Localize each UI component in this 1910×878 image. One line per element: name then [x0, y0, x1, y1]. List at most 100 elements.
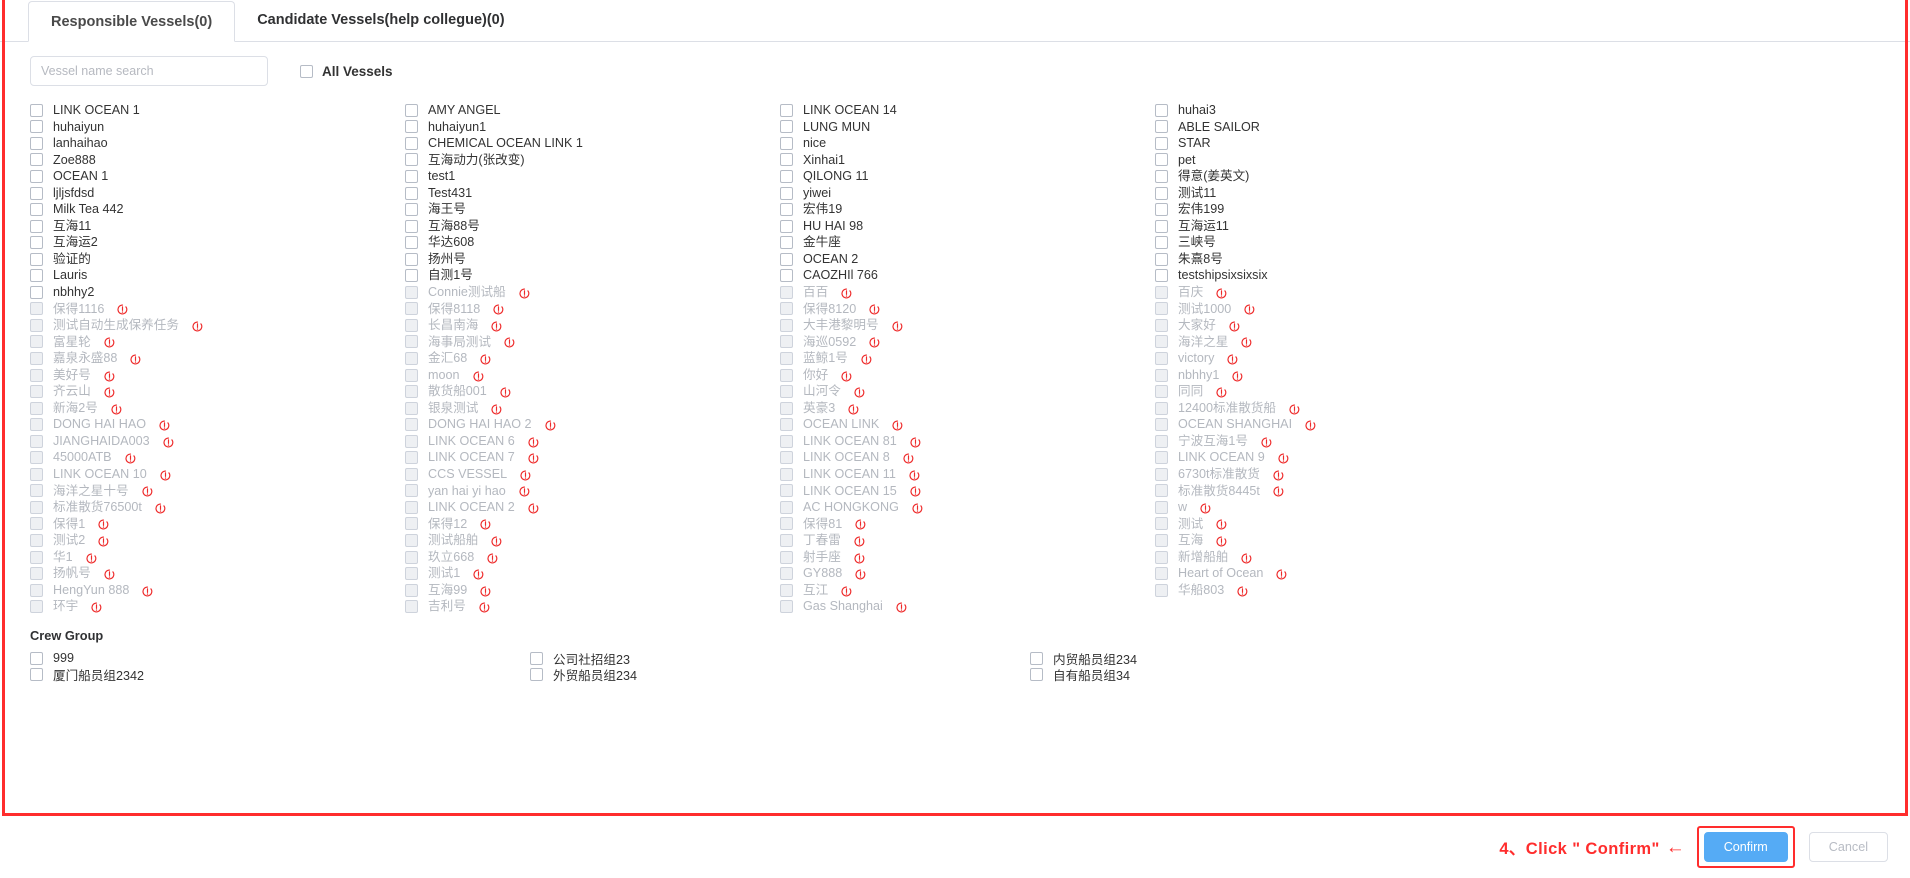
- vessel-checkbox[interactable]: [1155, 269, 1168, 283]
- vessel-checkbox-row[interactable]: 宏伟19: [780, 201, 1155, 218]
- vessel-checkbox[interactable]: [1155, 103, 1168, 117]
- vessel-checkbox-row[interactable]: AMY ANGEL: [405, 102, 780, 119]
- vessel-checkbox[interactable]: [30, 186, 43, 200]
- vessel-checkbox[interactable]: [405, 203, 418, 217]
- crew-group-checkbox[interactable]: [1030, 651, 1043, 665]
- vessel-checkbox[interactable]: [30, 103, 43, 117]
- vessel-checkbox[interactable]: [30, 219, 43, 233]
- vessel-checkbox[interactable]: [780, 103, 793, 117]
- vessel-checkbox-row[interactable]: QILONG 11: [780, 168, 1155, 185]
- vessel-checkbox[interactable]: [1155, 203, 1168, 217]
- confirm-button[interactable]: Confirm: [1703, 832, 1788, 862]
- crew-group-checkbox-row[interactable]: 厦门船员组2342: [30, 667, 530, 683]
- vessel-checkbox[interactable]: [1155, 153, 1168, 167]
- vessel-checkbox[interactable]: [30, 203, 43, 217]
- cancel-button[interactable]: Cancel: [1808, 832, 1888, 862]
- vessel-checkbox-row[interactable]: OCEAN 2: [780, 251, 1155, 268]
- vessel-checkbox[interactable]: [30, 269, 43, 283]
- vessel-checkbox-row[interactable]: 互海11: [30, 218, 405, 235]
- crew-group-checkbox-row[interactable]: 内贸船员组234: [1030, 650, 1530, 667]
- vessel-checkbox-row[interactable]: huhai3: [1155, 102, 1530, 119]
- all-vessels-checkbox-row[interactable]: All Vessels: [300, 64, 393, 79]
- vessel-checkbox-row[interactable]: STAR: [1155, 135, 1530, 152]
- vessel-checkbox-row[interactable]: Milk Tea 442: [30, 201, 405, 218]
- vessel-checkbox[interactable]: [405, 136, 418, 150]
- all-vessels-checkbox[interactable]: [300, 64, 313, 78]
- vessel-checkbox-row[interactable]: testshipsixsixsix: [1155, 267, 1530, 284]
- crew-group-checkbox[interactable]: [1030, 668, 1043, 682]
- vessel-checkbox[interactable]: [780, 203, 793, 217]
- vessel-checkbox-row[interactable]: ABLE SAILOR: [1155, 119, 1530, 136]
- vessel-checkbox-row[interactable]: 验证的: [30, 251, 405, 268]
- vessel-checkbox[interactable]: [1155, 169, 1168, 183]
- vessel-checkbox-row[interactable]: huhaiyun1: [405, 119, 780, 136]
- vessel-checkbox-row[interactable]: LUNG MUN: [780, 119, 1155, 136]
- vessel-checkbox-row[interactable]: HU HAI 98: [780, 218, 1155, 235]
- vessel-checkbox[interactable]: [30, 236, 43, 250]
- vessel-checkbox[interactable]: [30, 136, 43, 150]
- vessel-checkbox-row[interactable]: 三峡号: [1155, 234, 1530, 251]
- vessel-checkbox[interactable]: [780, 169, 793, 183]
- vessel-checkbox[interactable]: [780, 252, 793, 266]
- vessel-checkbox[interactable]: [30, 120, 43, 134]
- vessel-checkbox[interactable]: [30, 153, 43, 167]
- crew-group-checkbox[interactable]: [530, 668, 543, 682]
- vessel-checkbox[interactable]: [780, 186, 793, 200]
- vessel-checkbox[interactable]: [780, 136, 793, 150]
- vessel-checkbox[interactable]: [1155, 186, 1168, 200]
- vessel-checkbox-row[interactable]: Zoe888: [30, 152, 405, 169]
- crew-group-checkbox-row[interactable]: 999: [30, 650, 530, 667]
- vessel-checkbox[interactable]: [780, 120, 793, 134]
- vessel-checkbox-row[interactable]: CAOZHIl 766: [780, 267, 1155, 284]
- vessel-checkbox-row[interactable]: 互海运11: [1155, 218, 1530, 235]
- vessel-checkbox-row[interactable]: test1: [405, 168, 780, 185]
- crew-group-checkbox[interactable]: [30, 651, 43, 665]
- vessel-checkbox-row[interactable]: 宏伟199: [1155, 201, 1530, 218]
- crew-group-checkbox-row[interactable]: 公司社招组23: [530, 650, 1030, 667]
- vessel-checkbox[interactable]: [405, 169, 418, 183]
- crew-group-checkbox[interactable]: [530, 651, 543, 665]
- vessel-checkbox-row[interactable]: Lauris: [30, 267, 405, 284]
- vessel-checkbox[interactable]: [780, 269, 793, 283]
- vessel-checkbox[interactable]: [405, 219, 418, 233]
- vessel-checkbox[interactable]: [30, 169, 43, 183]
- vessel-checkbox[interactable]: [1155, 219, 1168, 233]
- vessel-checkbox-row[interactable]: 得意(姜英文): [1155, 168, 1530, 185]
- vessel-checkbox-row[interactable]: 海王号: [405, 201, 780, 218]
- vessel-checkbox-row[interactable]: 华达608: [405, 234, 780, 251]
- vessel-checkbox-row[interactable]: 扬州号: [405, 251, 780, 268]
- crew-group-checkbox-row[interactable]: 外贸船员组234: [530, 667, 1030, 683]
- vessel-checkbox[interactable]: [780, 219, 793, 233]
- vessel-checkbox-row[interactable]: nice: [780, 135, 1155, 152]
- tab-responsible-vessels[interactable]: Responsible Vessels(0): [28, 1, 236, 42]
- vessel-checkbox-row[interactable]: LINK OCEAN 14: [780, 102, 1155, 119]
- vessel-checkbox-row[interactable]: 朱熹8号: [1155, 251, 1530, 268]
- vessel-checkbox-row[interactable]: 测试11: [1155, 185, 1530, 202]
- vessel-checkbox-row[interactable]: pet: [1155, 152, 1530, 169]
- vessel-checkbox-row[interactable]: 金牛座: [780, 234, 1155, 251]
- vessel-name-search-input[interactable]: [30, 56, 268, 86]
- vessel-checkbox[interactable]: [780, 236, 793, 250]
- vessel-checkbox-row[interactable]: Xinhai1: [780, 152, 1155, 169]
- vessel-checkbox[interactable]: [405, 236, 418, 250]
- vessel-checkbox[interactable]: [1155, 252, 1168, 266]
- vessel-checkbox[interactable]: [405, 120, 418, 134]
- crew-group-checkbox[interactable]: [30, 668, 43, 682]
- vessel-checkbox-row[interactable]: yiwei: [780, 185, 1155, 202]
- vessel-checkbox-row[interactable]: 自测1号: [405, 267, 780, 284]
- vessel-checkbox-row[interactable]: ljljsfdsd: [30, 185, 405, 202]
- vessel-checkbox-row[interactable]: 互海运2: [30, 234, 405, 251]
- vessel-checkbox[interactable]: [30, 285, 43, 299]
- vessel-checkbox[interactable]: [1155, 120, 1168, 134]
- vessel-checkbox-row[interactable]: lanhaihao: [30, 135, 405, 152]
- crew-group-checkbox-row[interactable]: 自有船员组34: [1030, 667, 1530, 683]
- vessel-checkbox[interactable]: [405, 269, 418, 283]
- vessel-checkbox-row[interactable]: CHEMICAL OCEAN LINK 1: [405, 135, 780, 152]
- vessel-checkbox-row[interactable]: nbhhy2: [30, 284, 405, 301]
- vessel-checkbox[interactable]: [1155, 136, 1168, 150]
- vessel-checkbox[interactable]: [405, 186, 418, 200]
- vessel-checkbox-row[interactable]: huhaiyun: [30, 119, 405, 136]
- vessel-checkbox-row[interactable]: 互海动力(张改变): [405, 152, 780, 169]
- vessel-checkbox[interactable]: [30, 252, 43, 266]
- vessel-checkbox-row[interactable]: OCEAN 1: [30, 168, 405, 185]
